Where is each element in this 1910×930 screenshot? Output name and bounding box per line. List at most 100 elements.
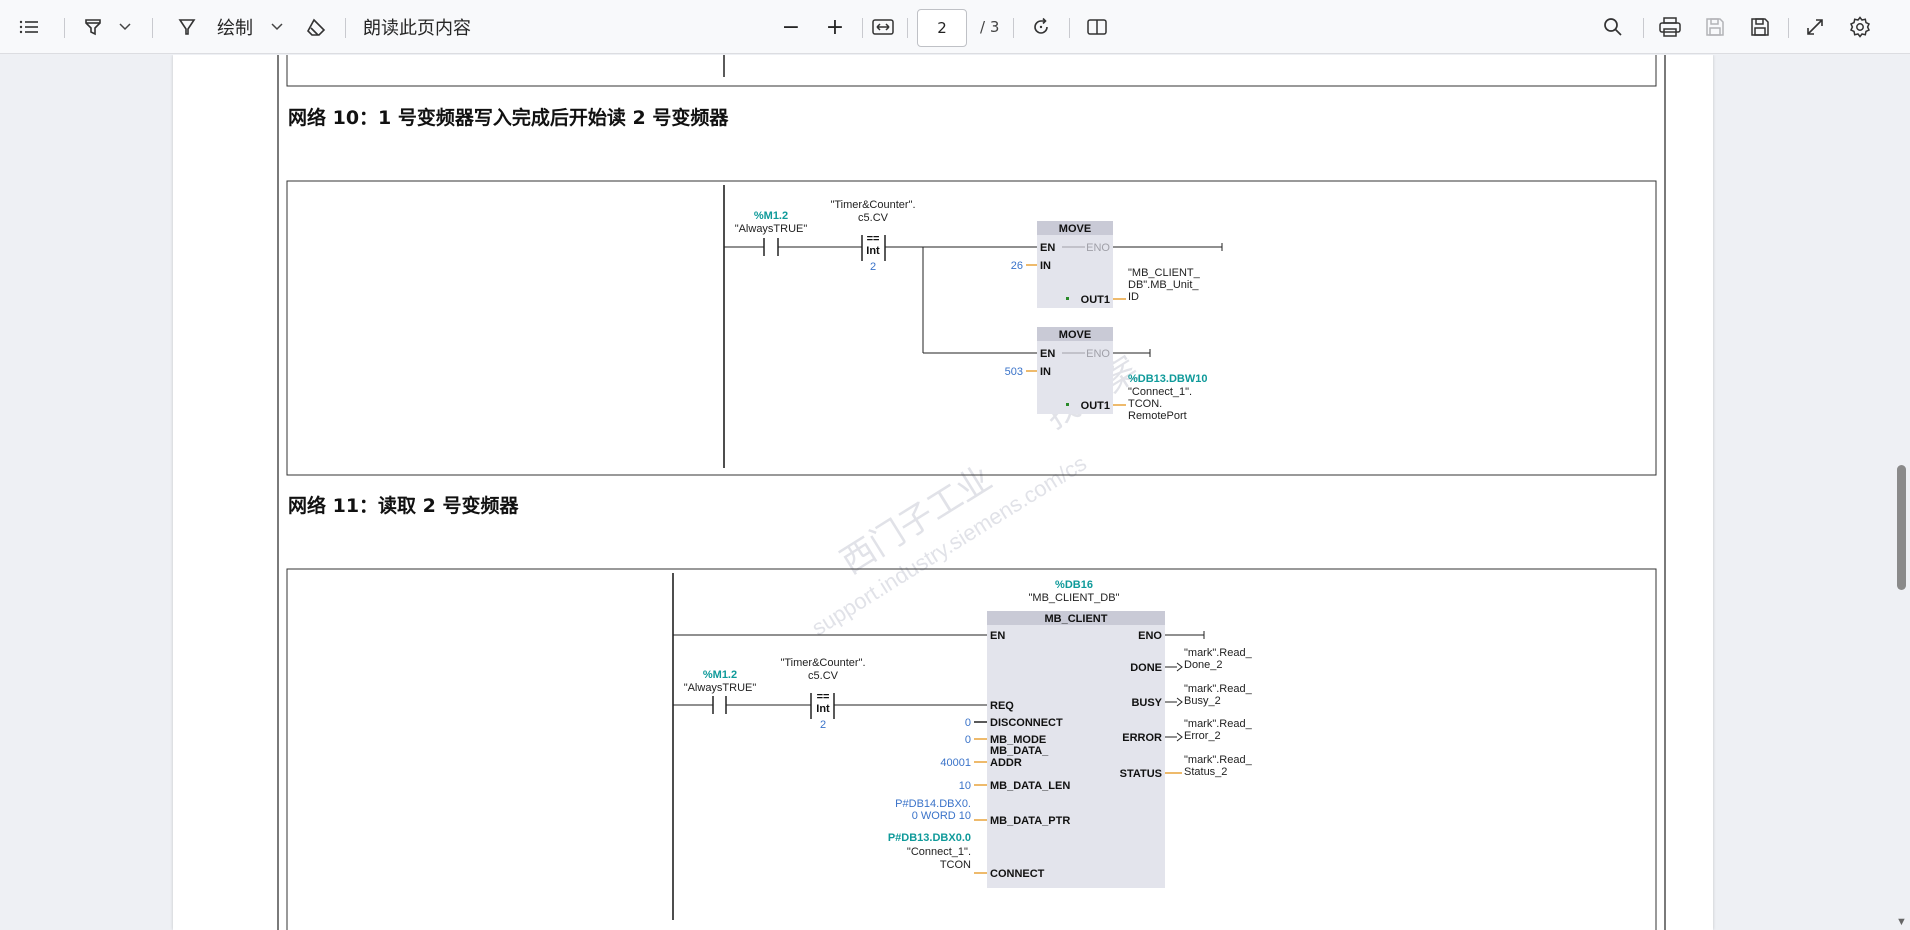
mb-client-mb-data-ptr-pin: MB_DATA_PTR	[990, 815, 1070, 827]
move1-out-pin: OUT1	[1081, 294, 1110, 306]
move1-out-tag-1: "MB_CLIENT_	[1128, 267, 1201, 279]
two-page-view-icon[interactable]	[1082, 0, 1112, 54]
move2-title: MOVE	[1059, 329, 1091, 341]
status-tag-2: Status_2	[1184, 766, 1227, 778]
document-viewer[interactable]: 网络 10：1 号变频器写入完成后开始读 2 号变频器 网络 11：读取 2 号…	[0, 55, 1910, 930]
mb-client-connect-pin: CONNECT	[990, 868, 1045, 880]
draw-pen-icon[interactable]	[172, 0, 202, 54]
network11-diagram: %DB16 "MB_CLIENT_DB" MB_CLIENT EN %M1.2 …	[286, 568, 1657, 930]
draw-dropdown-chevron-icon[interactable]	[266, 0, 288, 54]
contact-always-true: %M1.2 "AlwaysTRUE"	[735, 210, 808, 256]
move2-out-address: %DB13.DBW10	[1128, 373, 1207, 385]
mb-client-status-pin: STATUS	[1120, 768, 1162, 780]
move1-en-pin: EN	[1040, 242, 1055, 254]
compare-tag-line1: "Timer&Counter".	[830, 199, 915, 211]
compare-operator: ==	[867, 233, 880, 245]
print-icon[interactable]	[1655, 0, 1685, 54]
compare-value: 2	[870, 261, 876, 273]
save-icon-disabled	[1700, 0, 1730, 54]
compare2-tag-line2: c5.CV	[808, 670, 839, 682]
move1-title: MOVE	[1059, 223, 1091, 235]
contents-list-icon[interactable]	[14, 0, 44, 54]
zoom-in-button[interactable]: +	[820, 0, 850, 54]
compare2-type: Int	[816, 703, 830, 715]
draw-button[interactable]: 绘制	[210, 0, 260, 54]
busy-tag-2: Busy_2	[1184, 695, 1221, 707]
rotate-icon[interactable]	[1026, 0, 1056, 54]
mb-client-eno-pin: ENO	[1138, 630, 1162, 642]
busy-tag-1: "mark".Read_	[1184, 683, 1253, 695]
fullscreen-icon[interactable]	[1800, 0, 1830, 54]
read-aloud-button[interactable]: 朗读此页内容	[362, 0, 472, 54]
error-tag-1: "mark".Read_	[1184, 718, 1253, 730]
contact-tag: "AlwaysTRUE"	[735, 223, 808, 235]
compare-equal-int: "Timer&Counter". c5.CV == Int 2	[830, 199, 915, 273]
highlighter-dropdown-chevron-icon[interactable]	[114, 0, 136, 54]
status-tag-1: "mark".Read_	[1184, 754, 1253, 766]
compare-tag-line2: c5.CV	[858, 212, 889, 224]
move-block-1: MOVE EN ENO IN 26 OUT1 "MB_CLIENT_ DB".M…	[1011, 221, 1223, 308]
connect-address: P#DB13.DBX0.0	[888, 832, 971, 844]
compare2-operator: ==	[817, 691, 830, 703]
fit-width-icon[interactable]	[868, 0, 898, 54]
mb-data-ptr-value-2: 0 WORD 10	[912, 810, 971, 822]
mb-client-en-pin: EN	[990, 630, 1005, 642]
mb-client-title: MB_CLIENT	[1045, 613, 1108, 625]
pdf-page: 网络 10：1 号变频器写入完成后开始读 2 号变频器 网络 11：读取 2 号…	[173, 55, 1713, 930]
search-icon[interactable]	[1598, 0, 1628, 54]
page-total: / 3	[980, 18, 1000, 36]
connect-tag-2: TCON	[940, 859, 971, 871]
mb-mode-value: 0	[965, 734, 971, 746]
mb-client-mb-data-len-pin: MB_DATA_LEN	[990, 780, 1070, 792]
mb-client-disconnect-pin: DISCONNECT	[990, 717, 1063, 729]
mb-data-addr-value: 40001	[940, 757, 971, 769]
connect-tag-1: "Connect_1".	[907, 846, 971, 858]
compare-type: Int	[866, 245, 880, 257]
move2-out-tag-2: TCON.	[1128, 398, 1162, 410]
error-tag-2: Error_2	[1184, 730, 1221, 742]
compare2-value: 2	[820, 719, 826, 731]
ladder-diagram: 西门子工业 support.industry.siemens.com/cs 找答…	[277, 55, 1666, 930]
mb-client-mb-data-addr-pin-2: ADDR	[990, 757, 1022, 769]
eraser-icon[interactable]	[300, 0, 332, 54]
move2-in-pin: IN	[1040, 366, 1051, 378]
move1-out-tag-2: DB".MB_Unit_	[1128, 279, 1199, 291]
move2-out-tag-3: RemotePort	[1128, 410, 1187, 422]
disconnect-value: 0	[965, 717, 971, 729]
mb-data-ptr-value-1: P#DB14.DBX0.	[895, 798, 971, 810]
move-block-2: MOVE EN ENO IN 503 OUT1 %DB13.DBW10 "Con…	[1005, 327, 1207, 422]
highlighter-icon[interactable]	[78, 0, 108, 54]
page-number-input[interactable]: 2	[917, 9, 967, 47]
contact2-address: %M1.2	[703, 669, 737, 681]
mb-data-len-value: 10	[959, 780, 971, 792]
move1-eno-pin: ENO	[1086, 242, 1110, 254]
mb-client-mb-data-addr-pin-1: MB_DATA_	[990, 745, 1049, 757]
scroll-down-arrow-icon[interactable]: ▼	[1896, 916, 1907, 928]
move2-out-tag-1: "Connect_1".	[1128, 386, 1192, 398]
contact2-tag: "AlwaysTRUE"	[684, 682, 757, 694]
contact-address: %M1.2	[754, 210, 788, 222]
zoom-out-button[interactable]: −	[776, 0, 806, 54]
pdf-toolbar: 绘制 朗读此页内容 − + 2 / 3	[0, 0, 1910, 54]
move2-in-value: 503	[1005, 366, 1023, 378]
settings-gear-icon[interactable]	[1845, 0, 1875, 54]
network10-diagram: %M1.2 "AlwaysTRUE" "Timer&Counter". c5.C…	[286, 180, 1657, 476]
instance-db-name: "MB_CLIENT_DB"	[1029, 592, 1120, 604]
mb-client-error-pin: ERROR	[1122, 732, 1162, 744]
instance-db-address: %DB16	[1055, 579, 1093, 591]
done-tag-1: "mark".Read_	[1184, 647, 1253, 659]
move2-en-pin: EN	[1040, 348, 1055, 360]
scrollbar-thumb[interactable]	[1897, 465, 1906, 590]
done-tag-2: Done_2	[1184, 659, 1223, 671]
compare-equal-int-2: "Timer&Counter". c5.CV == Int 2	[780, 657, 865, 731]
mb-client-block: MB_CLIENT EN %M1.2 "AlwaysTRUE" "Timer&C…	[673, 611, 1253, 888]
vertical-scrollbar[interactable]: ▼	[1892, 55, 1910, 930]
move1-out-tag-3: ID	[1128, 291, 1139, 303]
mb-client-busy-pin: BUSY	[1131, 697, 1162, 709]
move1-in-pin: IN	[1040, 260, 1051, 272]
move2-out-pin: OUT1	[1081, 400, 1110, 412]
move1-in-value: 26	[1011, 260, 1023, 272]
contact-always-true-2: %M1.2 "AlwaysTRUE"	[684, 669, 757, 714]
move2-eno-pin: ENO	[1086, 348, 1110, 360]
save-as-icon[interactable]	[1745, 0, 1775, 54]
